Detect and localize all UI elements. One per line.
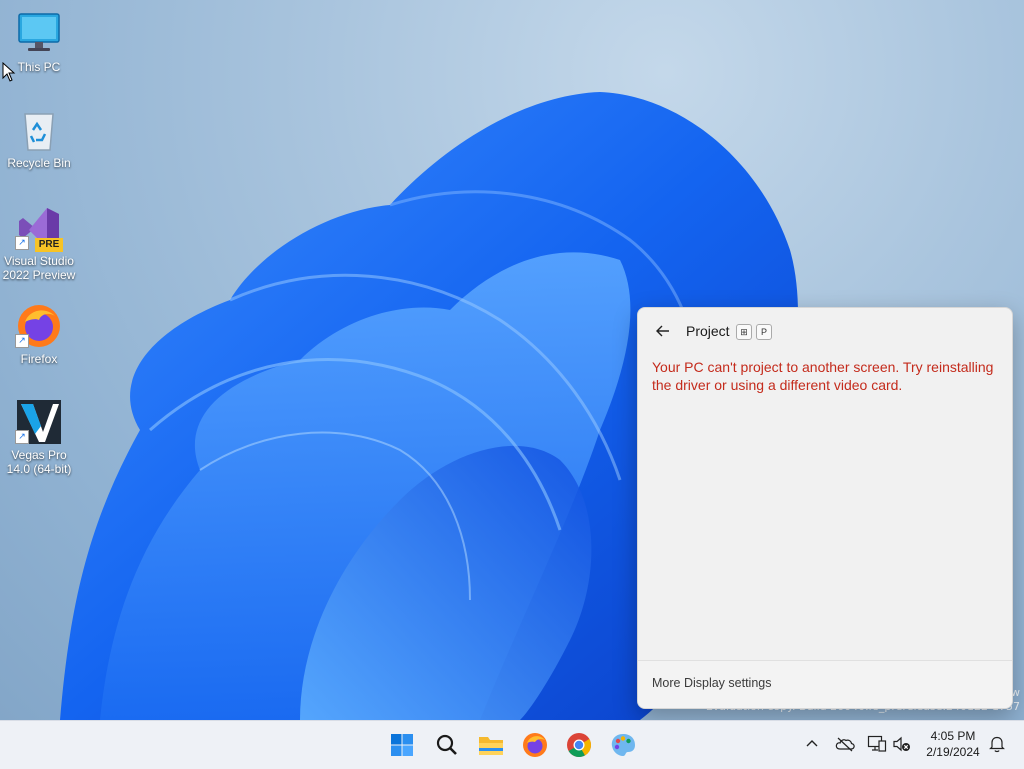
file-explorer-icon	[479, 737, 503, 755]
desktop-icon-visual-studio[interactable]: PRE ↗ Visual Studio 2022 Preview	[1, 204, 77, 282]
desktop-icon-firefox[interactable]: ↗ Firefox	[1, 302, 77, 366]
chrome-button[interactable]	[563, 729, 595, 761]
back-button[interactable]	[652, 320, 674, 342]
windows-key-icon: ⊞	[736, 324, 752, 340]
desktop-icon-vegas-pro[interactable]: ↗ Vegas Pro 14.0 (64-bit)	[1, 398, 77, 476]
show-hidden-icons-button[interactable]	[801, 733, 823, 755]
recycle-bin-icon	[15, 106, 63, 154]
chevron-up-icon	[806, 740, 818, 747]
visual-studio-icon: PRE ↗	[15, 204, 63, 252]
search-icon	[436, 734, 457, 755]
error-message: Your PC can't project to another screen.…	[652, 359, 994, 393]
p-key-badge: P	[756, 324, 772, 340]
flyout-footer: More Display settings	[638, 660, 1012, 708]
clock-time: 4:05 PM	[930, 729, 976, 743]
notifications-button[interactable]	[986, 733, 1008, 755]
onedrive-icon	[835, 737, 855, 752]
desktop-icon-recycle-bin[interactable]: Recycle Bin	[1, 106, 77, 170]
start-icon	[391, 734, 413, 756]
shortcut-arrow-icon: ↗	[15, 236, 29, 250]
desktop-icon-label: Visual Studio 2022 Preview	[2, 254, 76, 282]
volume-muted-icon	[893, 736, 910, 752]
firefox-taskbar-button[interactable]	[519, 729, 551, 761]
desktop-icon-label: Recycle Bin	[7, 156, 71, 170]
firefox-icon	[523, 733, 547, 757]
taskbar: 4:05 PM 2/19/2024	[0, 720, 1024, 769]
flyout-header: Project ⊞ P	[638, 308, 1012, 354]
shortcut-arrow-icon: ↗	[15, 430, 29, 444]
start-button[interactable]	[386, 729, 418, 761]
paint-button[interactable]	[607, 729, 639, 761]
firefox-icon: ↗	[15, 302, 63, 350]
onedrive-button[interactable]	[834, 733, 856, 755]
bell-icon	[989, 736, 1005, 753]
project-flyout: Project ⊞ P Your PC can't project to ano…	[637, 307, 1013, 709]
vegas-pro-icon: ↗	[15, 398, 63, 446]
back-arrow-icon	[656, 325, 669, 337]
preview-badge: PRE	[35, 238, 63, 252]
paint-icon	[611, 734, 635, 756]
clock-date: 2/19/2024	[926, 745, 980, 759]
chrome-icon	[567, 733, 591, 758]
network-button[interactable]	[866, 733, 888, 755]
more-display-settings-link[interactable]: More Display settings	[652, 676, 772, 690]
mouse-cursor-icon	[2, 62, 16, 82]
flyout-title: Project	[686, 323, 730, 339]
network-icon	[867, 735, 887, 752]
clock[interactable]: 4:05 PM 2/19/2024	[920, 728, 986, 760]
search-button[interactable]	[431, 729, 463, 761]
shortcut-arrow-icon: ↗	[15, 334, 29, 348]
desktop-icon-label: Vegas Pro 14.0 (64-bit)	[6, 448, 72, 476]
desktop-icon-label: Firefox	[20, 352, 58, 366]
volume-button[interactable]	[891, 733, 913, 755]
monitor-icon	[15, 10, 63, 58]
file-explorer-button[interactable]	[475, 729, 507, 761]
